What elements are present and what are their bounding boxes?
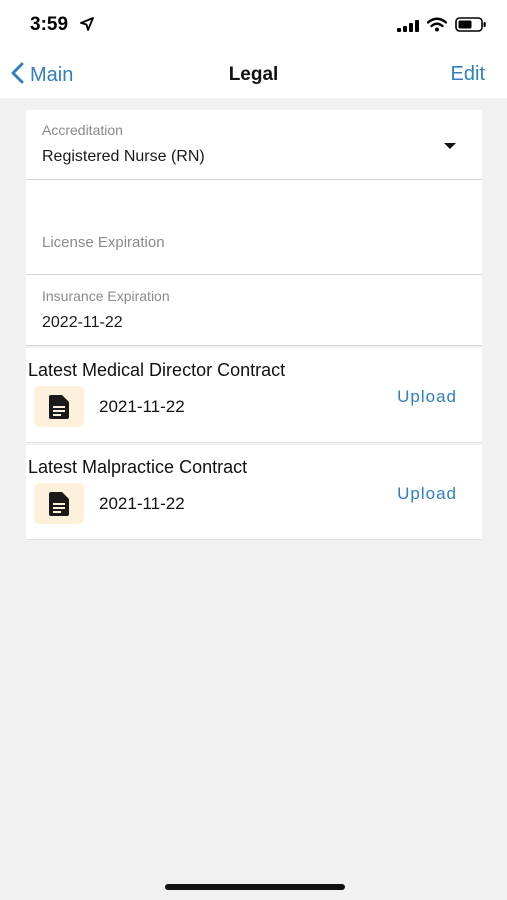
insurance-expiration-label: Insurance Expiration (42, 288, 170, 304)
document-date: 2021-11-22 (99, 397, 185, 416)
insurance-expiration-field[interactable]: Insurance Expiration 2022-11-22 (26, 275, 482, 346)
document-title: Latest Malpractice Contract (28, 457, 248, 477)
accreditation-select[interactable]: Accreditation Registered Nurse (RN) (26, 110, 482, 180)
document-icon[interactable] (34, 386, 84, 427)
status-bar: 3:59 (0, 0, 507, 52)
cellular-signal-icon (397, 19, 421, 37)
document-card: Latest Malpractice Contract 2021-11-22 U… (26, 445, 482, 540)
document-title: Latest Medical Director Contract (28, 360, 286, 380)
upload-button[interactable]: Upload (397, 484, 457, 504)
edit-button[interactable]: Edit (451, 63, 485, 86)
accreditation-value: Registered Nurse (RN) (42, 148, 205, 165)
wifi-icon (426, 17, 448, 37)
document-icon[interactable] (34, 483, 84, 524)
location-arrow-icon (80, 17, 94, 36)
navigation-bar: Main Legal Edit (0, 52, 507, 98)
caret-down-icon (444, 143, 456, 149)
license-expiration-label: License Expiration (42, 234, 165, 251)
accreditation-label: Accreditation (42, 122, 123, 138)
status-time: 3:59 (30, 14, 69, 35)
home-indicator[interactable] (165, 884, 345, 890)
page-title: Legal (228, 64, 279, 85)
insurance-expiration-value: 2022-11-22 (42, 314, 123, 331)
upload-button[interactable]: Upload (397, 387, 457, 407)
document-date: 2021-11-22 (99, 494, 185, 513)
license-expiration-field[interactable]: License Expiration (26, 180, 482, 275)
battery-icon (455, 17, 487, 37)
document-card: Latest Medical Director Contract 2021-11… (26, 348, 482, 443)
